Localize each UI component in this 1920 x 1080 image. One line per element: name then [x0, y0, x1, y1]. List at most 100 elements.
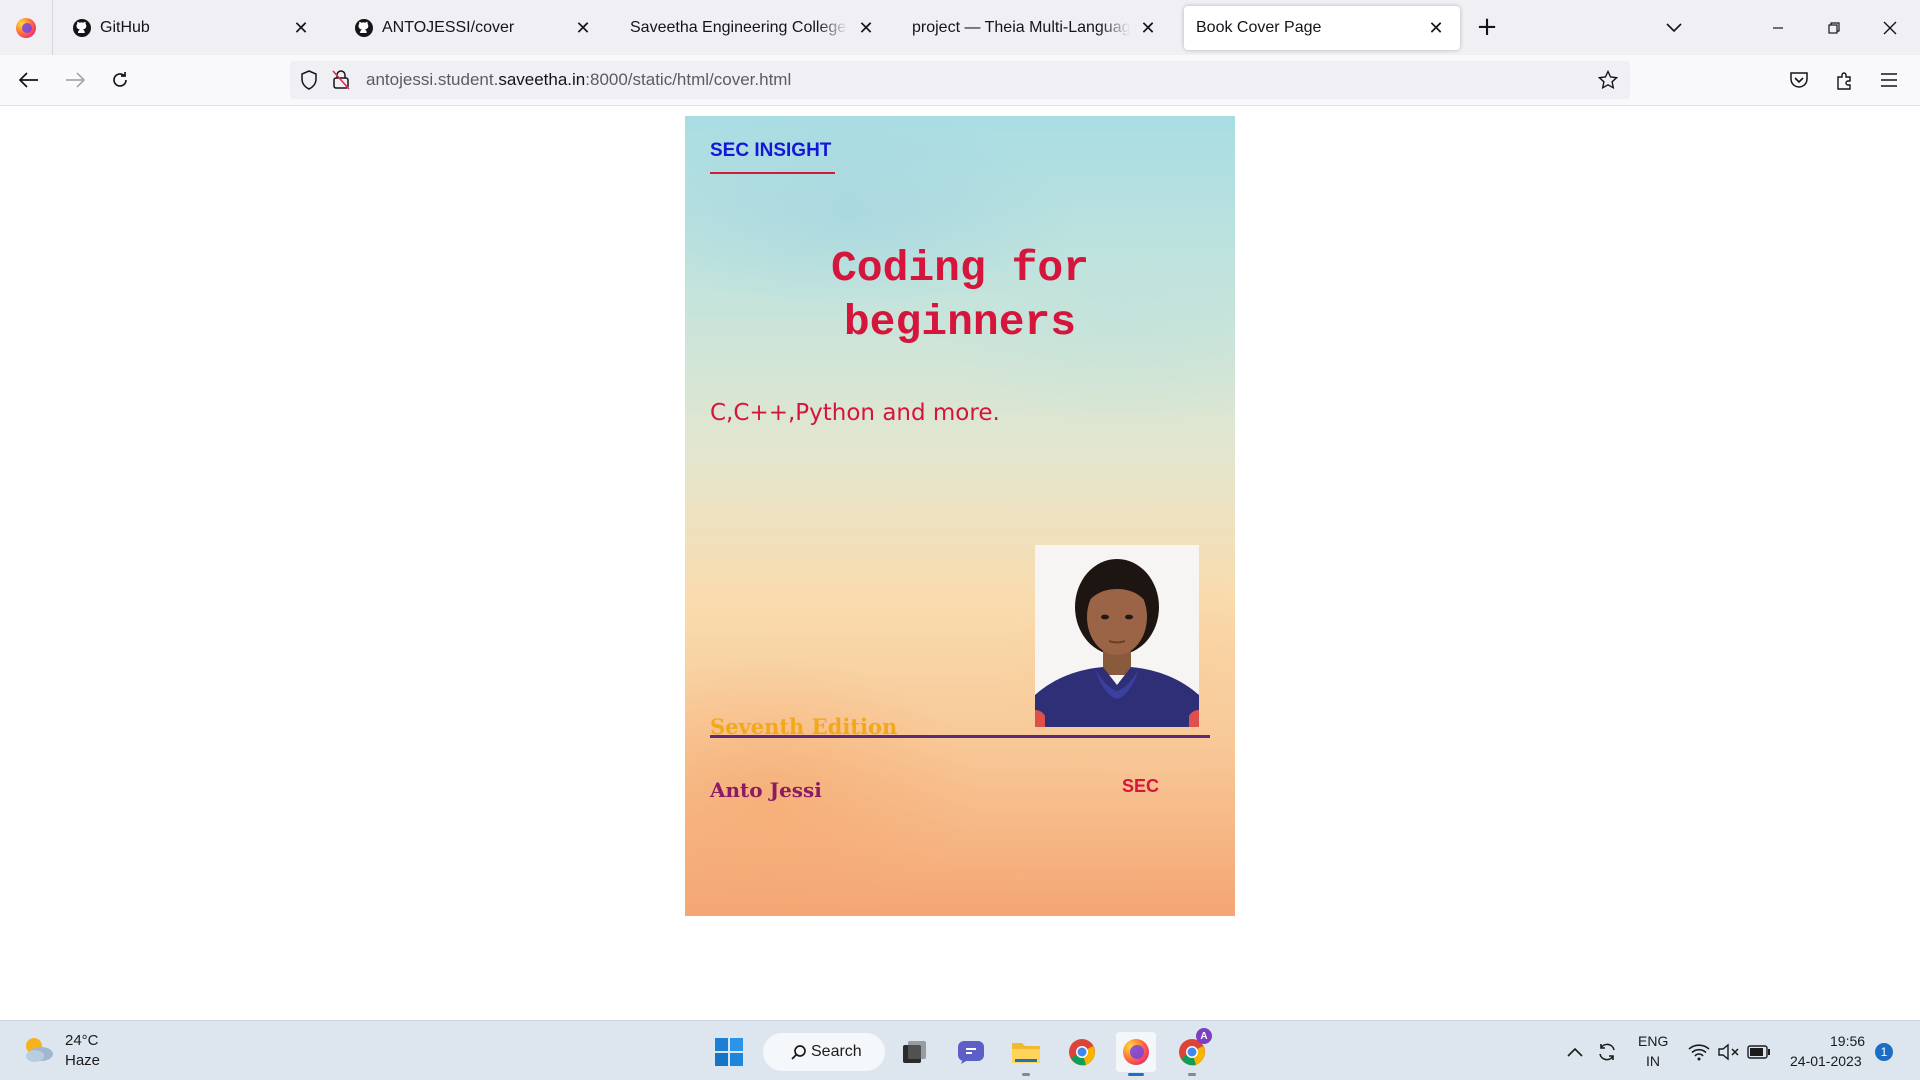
teams-chat-button[interactable]: [951, 1032, 991, 1072]
search-label: Search: [811, 1043, 862, 1060]
url-text[interactable]: antojessi.student.saveetha.in:8000/stati…: [366, 70, 791, 90]
puzzle-piece-icon: [1837, 72, 1851, 90]
search-icon: [791, 1045, 806, 1060]
notification-badge[interactable]: 1: [1875, 1043, 1893, 1061]
tab-title: GitHub: [100, 19, 150, 36]
url-prefix: antojessi.student.: [366, 70, 499, 89]
hamburger-menu-icon: [1881, 73, 1897, 87]
tab-saveetha[interactable]: Saveetha Engineering College ✕: [618, 6, 890, 50]
sync-button[interactable]: [1592, 1032, 1622, 1072]
firefox-icon: [1123, 1039, 1149, 1065]
brand-underline: [710, 172, 835, 174]
book-title-line-1: Coding for: [830, 244, 1090, 293]
insecure-connection-lock-icon[interactable]: [332, 70, 350, 94]
clock-date[interactable]: 24-01-2023: [1790, 1053, 1862, 1069]
firefox-taskbar-button[interactable]: [1116, 1032, 1156, 1072]
book-subtitle: C,C++,Python and more.: [710, 400, 1000, 426]
forward-arrow-icon: [66, 72, 85, 88]
tab-title: ANTOJESSI/cover: [382, 19, 515, 36]
cover-divider: [710, 735, 1210, 738]
book-title: Coding for beginners: [710, 242, 1210, 350]
tab-book-cover[interactable]: Book Cover Page ✕: [1184, 6, 1460, 50]
author-name: Anto Jessi: [710, 778, 822, 802]
url-bar[interactable]: antojessi.student.saveetha.in:8000/stati…: [290, 61, 1630, 99]
battery-button[interactable]: [1744, 1032, 1774, 1072]
language-indicator-line-2[interactable]: IN: [1646, 1053, 1660, 1069]
tab-title: Saveetha Engineering College: [630, 19, 847, 36]
pocket-icon: [1790, 72, 1808, 88]
back-arrow-icon: [19, 72, 38, 88]
chrome-button[interactable]: [1062, 1032, 1102, 1072]
task-view-button[interactable]: [895, 1032, 935, 1072]
bookmark-star-icon[interactable]: [1597, 69, 1619, 94]
navigation-toolbar: antojessi.student.saveetha.in:8000/stati…: [0, 55, 1920, 106]
teams-chat-icon: [958, 1041, 984, 1064]
extensions-button[interactable]: [1828, 63, 1862, 97]
close-tab-icon[interactable]: ✕: [571, 16, 595, 40]
chrome-running-indicator: [1188, 1073, 1196, 1076]
close-tab-icon[interactable]: ✕: [289, 16, 313, 40]
publisher-name: SEC: [1122, 776, 1160, 796]
windows-taskbar: 24°C Haze Search A ENG IN 19:56 24-01-20…: [0, 1020, 1920, 1080]
minimize-icon: [1773, 26, 1783, 29]
reload-icon: [113, 72, 127, 87]
firefox-view-button[interactable]: [0, 0, 53, 55]
chevron-up-icon: [1567, 1047, 1583, 1057]
language-indicator-line-1[interactable]: ENG: [1638, 1033, 1668, 1049]
network-button[interactable]: [1684, 1032, 1714, 1072]
tab-antojessi-cover[interactable]: ANTOJESSI/cover ✕: [342, 6, 607, 50]
tab-title: Book Cover Page: [1196, 19, 1322, 36]
list-all-tabs-button[interactable]: [1646, 0, 1702, 55]
book-cover: SEC INSIGHT Coding for beginners C,C++,P…: [685, 116, 1235, 916]
back-button[interactable]: [12, 63, 46, 97]
restore-button[interactable]: [1806, 0, 1862, 55]
github-icon: [72, 18, 92, 38]
show-hidden-icons-button[interactable]: [1560, 1032, 1590, 1072]
explorer-running-indicator: [1022, 1073, 1030, 1076]
close-tab-icon[interactable]: ✕: [1424, 16, 1448, 40]
weather-condition: Haze: [65, 1052, 101, 1069]
book-title-line-2: beginners: [843, 298, 1077, 347]
folder-icon: [1012, 1043, 1040, 1063]
close-tab-icon[interactable]: ✕: [854, 16, 878, 40]
author-photo: [1035, 545, 1199, 727]
app-menu-button[interactable]: [1872, 63, 1906, 97]
close-icon: [1883, 21, 1897, 34]
firefox-active-indicator: [1128, 1073, 1144, 1076]
brand-heading: SEC INSIGHT: [710, 140, 832, 161]
tab-strip: GitHub ✕ ANTOJESSI/cover ✕ Saveetha Engi…: [0, 0, 1920, 55]
url-suffix: :8000/static/html/cover.html: [585, 70, 792, 89]
weather-temperature: 24°C: [65, 1032, 99, 1049]
tracking-protection-shield-icon[interactable]: [300, 70, 318, 94]
battery-icon: [1747, 1045, 1770, 1059]
new-tab-button[interactable]: +: [1472, 12, 1502, 42]
chrome-icon: [1069, 1039, 1095, 1066]
github-icon: [354, 18, 374, 38]
tab-title: project — Theia Multi-Language Ex: [912, 19, 1130, 36]
chevron-down-icon: [1666, 22, 1682, 32]
chrome-profile-button[interactable]: A: [1172, 1028, 1212, 1072]
tab-theia-project[interactable]: project — Theia Multi-Language Ex ✕: [900, 6, 1172, 50]
tab-github[interactable]: GitHub ✕: [60, 6, 325, 50]
volume-button[interactable]: [1714, 1032, 1744, 1072]
profile-badge: A: [1196, 1028, 1212, 1044]
clock-time[interactable]: 19:56: [1830, 1033, 1865, 1049]
file-explorer-button[interactable]: [1006, 1032, 1046, 1072]
wifi-icon: [1688, 1044, 1710, 1061]
start-button[interactable]: [709, 1032, 749, 1072]
url-host: saveetha.in: [498, 70, 586, 89]
forward-button[interactable]: [58, 63, 92, 97]
close-tab-icon[interactable]: ✕: [1136, 16, 1160, 40]
windows-start-icon: [715, 1038, 743, 1066]
volume-muted-icon: [1718, 1043, 1739, 1061]
taskbar-search[interactable]: Search: [763, 1033, 885, 1071]
pocket-button[interactable]: [1782, 63, 1816, 97]
close-window-button[interactable]: [1862, 0, 1918, 55]
page-viewport: SEC INSIGHT Coding for beginners C,C++,P…: [0, 106, 1920, 1020]
reload-button[interactable]: [103, 63, 137, 97]
sync-icon: [1599, 1043, 1615, 1061]
task-view-icon: [903, 1041, 926, 1063]
firefox-logo-icon: [16, 17, 36, 38]
restore-icon: [1828, 21, 1840, 34]
minimize-button[interactable]: [1750, 0, 1806, 55]
